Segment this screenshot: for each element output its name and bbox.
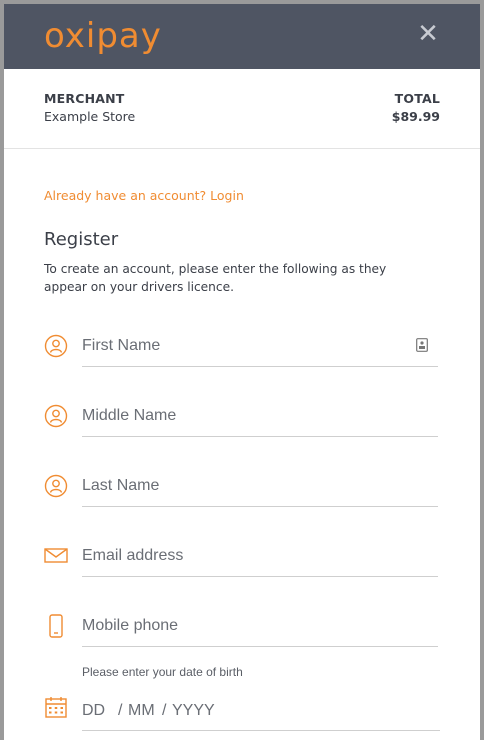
merchant-label: MERCHANT: [44, 91, 125, 106]
checkout-modal: oxipay ✕ MERCHANT Example Store TOTAL $8…: [4, 4, 480, 740]
email-field: [44, 536, 440, 580]
contact-card-icon[interactable]: [416, 338, 428, 352]
user-icon: [44, 404, 68, 428]
dob-year-input[interactable]: YYYY: [172, 702, 215, 720]
envelope-icon: [44, 548, 68, 563]
phone-icon: [49, 614, 63, 638]
dob-note: Please enter your date of birth: [82, 665, 243, 679]
close-icon[interactable]: ✕: [416, 21, 440, 47]
mobile-field: [44, 606, 440, 650]
dob-day-input[interactable]: DD: [82, 702, 105, 720]
first-name-field: [44, 326, 440, 370]
first-name-input[interactable]: [82, 326, 438, 367]
calendar-icon: [45, 697, 67, 718]
dob-separator: /: [118, 702, 123, 719]
register-instructions: To create an account, please enter the f…: [44, 262, 387, 294]
user-icon: [44, 334, 68, 358]
middle-name-input[interactable]: [82, 396, 438, 437]
total-value: $89.99: [391, 109, 440, 124]
user-icon: [44, 474, 68, 498]
last-name-field: [44, 466, 440, 510]
email-input[interactable]: [82, 536, 438, 577]
oxipay-logo: oxipay: [44, 16, 162, 56]
merchant-value: Example Store: [44, 109, 136, 124]
header-bar: oxipay ✕: [4, 4, 480, 69]
page-title: Register: [44, 229, 119, 250]
total-label: TOTAL: [394, 91, 440, 106]
last-name-input[interactable]: [82, 466, 438, 507]
dob-month-input[interactable]: MM: [128, 702, 155, 720]
mobile-input[interactable]: [82, 606, 438, 647]
order-summary: MERCHANT Example Store TOTAL $89.99: [4, 69, 480, 149]
login-link[interactable]: Already have an account? Login: [44, 188, 244, 203]
dob-input-row: DD / MM / YYYY: [82, 692, 440, 731]
middle-name-field: [44, 396, 440, 440]
dob-separator: /: [162, 702, 167, 719]
